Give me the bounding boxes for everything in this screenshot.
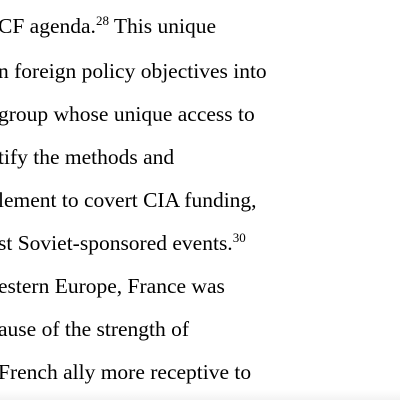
text-line-3: group whose unique access to: [0, 102, 255, 126]
line-3-text: group whose unique access to: [0, 102, 255, 126]
text-line-5: lement to covert CIA funding,: [0, 188, 257, 212]
line-2-text: n foreign policy objectives into: [0, 59, 267, 83]
footnote-ref-30[interactable]: 30: [233, 230, 246, 245]
line-5-text: lement to covert CIA funding,: [0, 188, 257, 212]
page-bottom-shadow: [0, 390, 400, 400]
text-line-4: tify the methods and: [0, 145, 175, 169]
text-line-9: French ally more receptive to: [0, 360, 252, 384]
text-line-8: ause of the strength of: [0, 317, 190, 341]
line-9-text: French ally more receptive to: [0, 360, 252, 384]
line-6-text: st Soviet-sponsored events.: [0, 231, 233, 255]
line-1-text: CF agenda.: [0, 14, 96, 38]
document-page: CF agenda.28 This unique n foreign polic…: [0, 0, 400, 400]
footnote-ref-28[interactable]: 28: [96, 13, 109, 28]
text-line-1: CF agenda.28 This unique: [0, 13, 217, 38]
text-line-6: st Soviet-sponsored events.30: [0, 230, 246, 255]
text-line-7: estern Europe, France was: [0, 274, 225, 298]
line-8-text: ause of the strength of: [0, 317, 190, 341]
text-line-2: n foreign policy objectives into: [0, 59, 267, 83]
line-4-text: tify the methods and: [0, 145, 175, 169]
line-1-text-continued: This unique: [108, 14, 217, 38]
line-7-text: estern Europe, France was: [0, 274, 225, 298]
